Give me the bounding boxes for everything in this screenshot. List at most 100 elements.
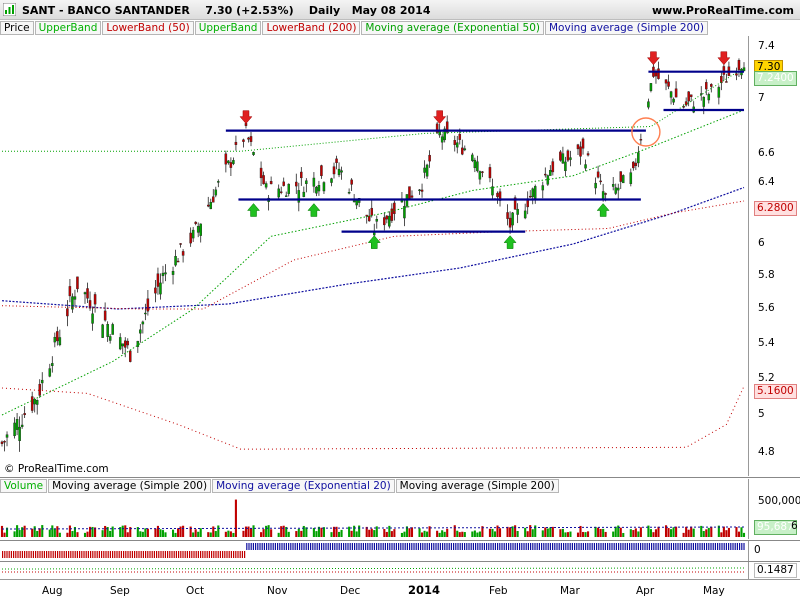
long-signal-bar [556, 543, 558, 550]
price-legend-item[interactable]: Moving average (Exponential 50) [361, 21, 544, 35]
volume-legend-item[interactable]: Moving average (Simple 200) [48, 479, 212, 493]
candle-body [123, 340, 127, 348]
volume-legend-item[interactable]: Moving average (Exponential 20) [212, 479, 395, 493]
long-signal-bar [706, 543, 708, 550]
long-signal-bar [585, 543, 587, 550]
long-signal-bar [391, 543, 393, 550]
volume-bar [337, 531, 341, 537]
volume-bar [194, 529, 197, 537]
price-legend-item[interactable]: UpperBand [34, 21, 102, 35]
panel-divider[interactable] [0, 540, 800, 541]
signal-chart[interactable] [0, 542, 800, 560]
long-signal-bar [604, 543, 606, 550]
volume-legend-item[interactable]: Moving average (Simple 200) [395, 479, 559, 493]
long-signal-bar [281, 543, 283, 550]
long-signal-bar [644, 543, 646, 550]
price-legend-item[interactable]: LowerBand (200) [262, 21, 361, 35]
price-legend-item[interactable]: Moving average (Simple 200) [545, 21, 709, 35]
price-axis[interactable]: 7.476.66.46.265.85.65.45.254.87.307.2400… [748, 36, 800, 476]
candle-body [23, 413, 26, 416]
candle-body [335, 158, 338, 164]
long-signal-bar [292, 543, 294, 550]
volume-bar [161, 530, 165, 537]
volume-axis[interactable]: 500,000 95,687 6 [748, 479, 800, 539]
candle-body [352, 200, 356, 203]
volume-bar [463, 532, 466, 537]
volume-chart[interactable] [0, 493, 800, 539]
volume-bar [312, 527, 315, 537]
candle-body [637, 152, 640, 164]
long-signal-bar [497, 543, 499, 550]
long-signal-bar [534, 543, 536, 550]
price-legend-item[interactable]: Price [0, 21, 34, 35]
candle-body [370, 207, 373, 216]
price-chart-canvas[interactable] [0, 36, 748, 476]
volume-bar [438, 532, 441, 537]
candle-body [710, 84, 713, 87]
candle-body [262, 175, 265, 185]
atr-chart[interactable] [0, 562, 800, 578]
volume-bar [692, 528, 695, 537]
long-signal-bar [448, 543, 450, 550]
atr-chart-canvas[interactable] [0, 562, 748, 578]
short-signal-bar [43, 551, 45, 558]
price-legend-item[interactable]: LowerBand (50) [102, 21, 194, 35]
volume-bar [471, 531, 474, 537]
price-chart[interactable] [0, 36, 800, 476]
long-signal-bar [695, 543, 697, 550]
upper-band-line [2, 67, 745, 152]
volume-bar [727, 527, 730, 537]
volume-bar [297, 528, 300, 537]
short-signal-bar [175, 551, 177, 558]
long-signal-bar [250, 543, 252, 550]
candle-body [108, 336, 112, 341]
symbol-name: SANT - BANCO SANTANDER [22, 4, 190, 17]
volume-bar [262, 529, 265, 537]
long-signal-bar [347, 543, 349, 550]
volume-bar [687, 529, 690, 537]
candle-body [496, 192, 499, 198]
short-signal-bar [109, 551, 111, 558]
long-signal-bar [349, 543, 351, 550]
candle-body [15, 419, 19, 430]
short-signal-bar [153, 551, 155, 558]
volume-bar [242, 530, 245, 537]
volume-bar [400, 532, 403, 537]
candle-body [181, 251, 185, 256]
long-signal-bar [659, 543, 661, 550]
volume-bar [720, 532, 723, 537]
long-signal-bar [343, 543, 345, 550]
long-signal-bar [428, 543, 430, 550]
long-signal-bar [582, 543, 584, 550]
long-signal-bar [384, 543, 386, 550]
long-signal-bar [393, 543, 395, 550]
candle-body [101, 324, 104, 338]
long-signal-bar [569, 543, 571, 550]
volume-bar [373, 530, 376, 537]
volume-bar [282, 525, 285, 537]
signal-chart-canvas[interactable] [0, 542, 748, 560]
volume-bar [83, 532, 87, 537]
long-signal-bar [543, 543, 545, 550]
volume-bar [232, 532, 235, 537]
long-signal-bar [516, 543, 518, 550]
volume-chart-canvas[interactable] [0, 493, 748, 539]
long-signal-bar [457, 543, 459, 550]
site-link[interactable]: www.ProRealTime.com [652, 4, 794, 17]
price-legend-item[interactable]: UpperBand [194, 21, 262, 35]
candle-body [242, 139, 245, 142]
volume-bar [436, 530, 439, 537]
long-signal-bar [719, 543, 721, 550]
candle-body [38, 384, 41, 396]
short-signal-bar [52, 551, 54, 558]
volume-bar [551, 526, 554, 537]
candle-body [418, 189, 421, 192]
volume-legend-item[interactable]: Volume [0, 479, 48, 493]
long-signal-bar [664, 543, 666, 550]
candle-body [634, 162, 638, 167]
atr-axis[interactable]: 0.1487 [748, 562, 800, 580]
panel-divider[interactable] [0, 477, 800, 478]
long-signal-bar [677, 543, 679, 550]
short-signal-bar [228, 551, 230, 558]
signal-axis[interactable]: 0 [748, 541, 800, 561]
